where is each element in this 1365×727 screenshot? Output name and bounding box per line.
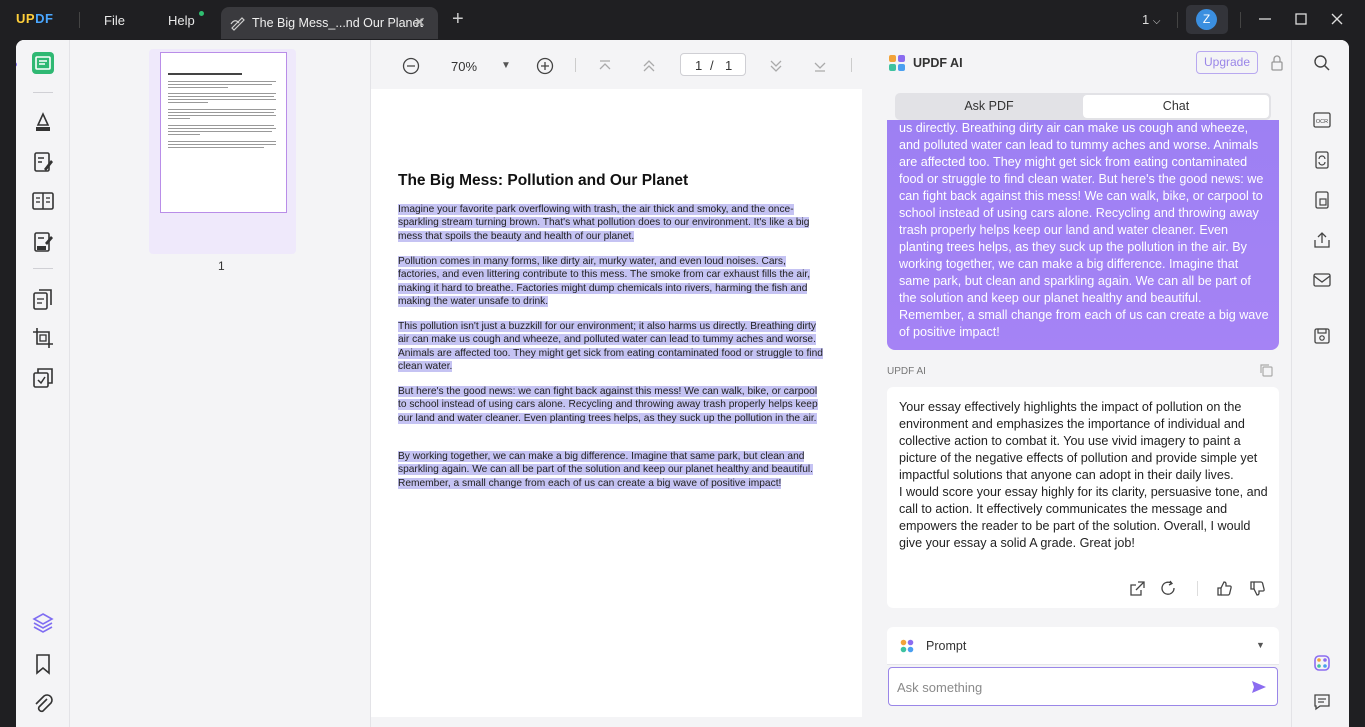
thumbs-down-icon[interactable] [1249,580,1266,597]
email-icon[interactable] [1313,271,1331,289]
protect-icon[interactable] [31,366,55,390]
notification-dot [199,11,204,16]
right-toolbar: OCR [1291,40,1349,727]
zoom-dropdown-icon[interactable]: ▼ [501,60,511,71]
ai-response-bubble: Your essay effectively highlights the im… [887,387,1279,608]
share-icon[interactable] [1313,231,1331,249]
thumbnail-page-number: 1 [218,259,225,273]
paragraph[interactable]: By working together, we can make a big d… [398,450,823,490]
send-icon[interactable] [1250,678,1268,696]
first-page-icon[interactable] [596,57,614,75]
thumbs-up-icon[interactable] [1216,580,1233,597]
menu-file[interactable]: File [104,13,125,28]
copy-icon[interactable] [1259,363,1273,377]
menu-help[interactable]: Help [168,13,195,28]
edit-pdf-icon[interactable] [31,150,55,174]
save-icon[interactable] [1313,327,1331,345]
title-bar: UPDF File Help The Big Mess_...nd Our Pl… [0,0,1365,40]
regenerate-icon[interactable] [1160,580,1177,597]
previous-page-icon[interactable] [640,57,658,75]
tab-ask-pdf[interactable]: Ask PDF [897,95,1081,118]
user-message-bubble: us directly. Breathing dirty air can mak… [887,120,1279,350]
ocr-icon[interactable]: OCR [1313,111,1331,129]
ai-mode-tabs: Ask PDF Chat [895,93,1271,120]
tab-title: The Big Mess_...nd Our Planet [252,16,423,30]
divider [79,12,80,28]
maximize-icon[interactable] [1292,10,1310,28]
paragraph[interactable]: This pollution isn't just a buzzkill for… [398,320,823,374]
crop-icon[interactable] [31,326,55,350]
ai-assistant-panel: UPDF AI Upgrade Ask PDF Chat us directly… [874,40,1291,727]
thumbnail-panel: 1 [71,40,371,727]
updf-ai-logo-icon [889,55,905,71]
avatar: Z [1196,9,1217,30]
page-thumbnail[interactable] [149,49,296,254]
prompt-label: Prompt [926,639,967,653]
ai-panel-title: UPDF AI [913,56,963,70]
divider [33,92,53,93]
comment-highlighter-icon[interactable] [31,110,55,134]
tab-chat[interactable]: Chat [1083,95,1269,118]
convert-pdf-icon[interactable] [1313,151,1331,169]
left-toolbar [16,40,70,727]
next-page-icon[interactable] [767,57,785,75]
divider [1197,581,1198,596]
batch-pdf-icon[interactable] [1313,191,1331,209]
active-indicator [16,62,17,67]
zoom-level[interactable]: 70% [451,59,477,74]
divider [1240,12,1241,28]
svg-text:OCR: OCR [1316,119,1328,125]
main-window: 1 70% ▼ 1 / 1 The Big Mess: Pollution an… [16,40,1349,727]
reader-mode-icon[interactable] [31,51,55,75]
zoom-in-icon[interactable] [536,57,554,75]
ask-input[interactable] [897,677,1237,697]
organize-pages-icon[interactable] [31,189,55,213]
document-edit-icon [230,17,245,31]
prompt-icon [900,639,914,653]
divider [33,268,53,269]
bookmark-icon[interactable] [31,652,55,676]
document-tab[interactable]: The Big Mess_...nd Our Planet ✕ [221,7,438,39]
updf-ai-icon[interactable] [1313,654,1331,672]
account-button[interactable]: Z [1186,5,1228,34]
page-tools-icon[interactable] [31,288,55,312]
comment-list-icon[interactable] [1313,693,1331,711]
prompt-selector[interactable]: Prompt ▼ [887,627,1279,665]
ai-response-label: UPDF AI [887,366,926,377]
thumbnail-preview [160,52,287,213]
attachment-icon[interactable] [31,692,55,716]
document-title: The Big Mess: Pollution and Our Planet [398,172,689,189]
divider [1177,12,1178,28]
last-page-icon[interactable] [811,57,829,75]
zoom-out-icon[interactable] [402,57,420,75]
upgrade-button[interactable]: Upgrade [1196,51,1258,74]
divider [851,58,852,72]
open-external-icon[interactable] [1129,580,1146,597]
chevron-down-icon: ▼ [1256,640,1265,650]
window-count-dropdown[interactable]: 1 ⌵ [1142,12,1160,27]
paragraph[interactable]: But here's the good news: we can fight b… [398,385,823,425]
form-fill-icon[interactable] [31,230,55,254]
ask-input-box [888,667,1278,706]
close-tab-icon[interactable]: ✕ [414,14,426,31]
lock-icon[interactable] [1270,55,1284,71]
divider [575,58,576,72]
page-number-input[interactable]: 1 / 1 [680,53,746,76]
viewer-toolbar: 70% ▼ 1 / 1 [371,48,874,80]
minimize-icon[interactable] [1256,10,1274,28]
updf-logo: UPDF [16,11,54,26]
paragraph[interactable]: Imagine your favorite park overflowing w… [398,203,823,243]
new-tab-icon[interactable]: + [452,8,464,31]
search-icon[interactable] [1313,54,1331,72]
document-viewer: 70% ▼ 1 / 1 The Big Mess: Pollution and … [371,40,874,727]
ai-response-text: Your essay effectively highlights the im… [899,400,1268,550]
layers-icon[interactable] [31,611,55,635]
close-window-icon[interactable] [1328,10,1346,28]
pdf-page[interactable]: The Big Mess: Pollution and Our Planet I… [371,89,862,717]
paragraph[interactable]: Pollution comes in many forms, like dirt… [398,255,823,309]
user-message-text: us directly. Breathing dirty air can mak… [899,121,1269,339]
